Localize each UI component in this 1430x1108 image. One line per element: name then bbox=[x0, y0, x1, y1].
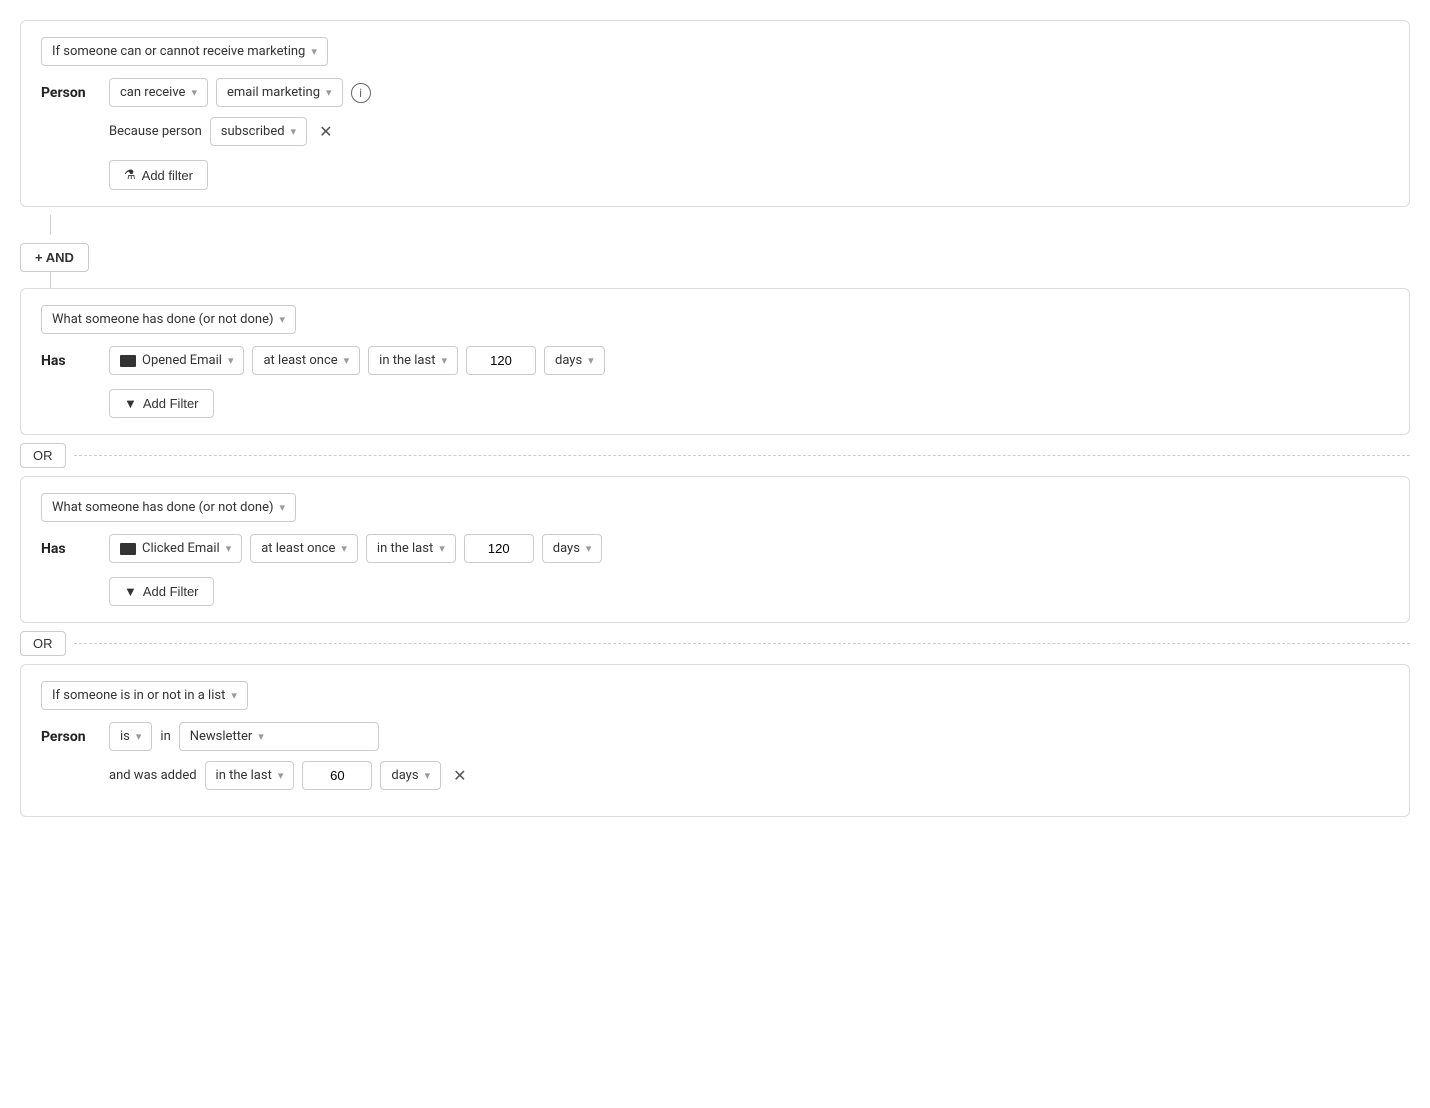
is-label: is bbox=[120, 729, 130, 744]
list-dropdown[interactable]: Newsletter ▾ bbox=[179, 722, 379, 751]
time-qualifier1-label: in the last bbox=[379, 353, 435, 368]
frequency2-dropdown[interactable]: at least once ▾ bbox=[250, 534, 358, 563]
clicked-email-icon bbox=[120, 543, 136, 555]
remove-because-button[interactable]: ✕ bbox=[315, 122, 336, 142]
section-list-membership: If someone is in or not in a list ▾ Pers… bbox=[20, 664, 1410, 817]
section3-type-label: What someone has done (or not done) bbox=[52, 500, 274, 515]
section-opened-email: What someone has done (or not done) ▾ Ha… bbox=[20, 288, 1410, 435]
info-icon[interactable]: i bbox=[351, 83, 371, 103]
section-marketing-permission: If someone can or cannot receive marketi… bbox=[20, 20, 1410, 207]
can-receive-caret: ▾ bbox=[191, 86, 197, 99]
time-qualifier3-dropdown[interactable]: in the last ▾ bbox=[205, 761, 295, 790]
section1-type-dropdown[interactable]: If someone can or cannot receive marketi… bbox=[41, 37, 328, 66]
person-label-2: Person bbox=[41, 729, 101, 745]
section2-add-filter-label: Add Filter bbox=[143, 396, 199, 411]
or-line-1 bbox=[74, 455, 1411, 456]
section1-type-label: If someone can or cannot receive marketi… bbox=[52, 44, 305, 59]
subscribed-caret: ▾ bbox=[291, 125, 297, 138]
event2-label: Clicked Email bbox=[142, 541, 220, 556]
email-marketing-label: email marketing bbox=[227, 85, 320, 100]
section2-type-dropdown[interactable]: What someone has done (or not done) ▾ bbox=[41, 305, 296, 334]
is-caret: ▾ bbox=[136, 730, 142, 743]
time-qualifier2-label: in the last bbox=[377, 541, 433, 556]
because-label: Because person bbox=[109, 124, 202, 139]
event1-label: Opened Email bbox=[142, 353, 222, 368]
event1-caret: ▾ bbox=[228, 354, 234, 367]
time-qualifier3-caret: ▾ bbox=[278, 769, 284, 782]
unit2-label: days bbox=[553, 541, 580, 556]
unit1-dropdown[interactable]: days ▾ bbox=[544, 346, 605, 375]
unit3-dropdown[interactable]: days ▾ bbox=[380, 761, 441, 790]
count2-input[interactable]: 120 bbox=[464, 534, 534, 563]
section-clicked-email: What someone has done (or not done) ▾ Ha… bbox=[20, 476, 1410, 623]
list-label: Newsletter bbox=[190, 729, 253, 744]
or-connector-1: OR bbox=[20, 443, 1410, 468]
section3-add-filter-label: Add Filter bbox=[143, 584, 199, 599]
or-button-1[interactable]: OR bbox=[20, 443, 66, 468]
section2-type-label: What someone has done (or not done) bbox=[52, 312, 274, 327]
or-line-2 bbox=[74, 643, 1411, 644]
list-caret: ▾ bbox=[258, 730, 264, 743]
or-connector-2: OR bbox=[20, 631, 1410, 656]
section1-caret-icon: ▾ bbox=[311, 45, 317, 58]
was-added-label: and was added bbox=[109, 768, 197, 783]
opened-email-icon bbox=[120, 355, 136, 367]
is-dropdown[interactable]: is ▾ bbox=[109, 722, 152, 751]
has-label-2: Has bbox=[41, 541, 101, 557]
remove-time-filter-button[interactable]: ✕ bbox=[449, 766, 470, 786]
section2-add-filter-button[interactable]: ▼ Add Filter bbox=[109, 389, 214, 418]
frequency1-label: at least once bbox=[263, 353, 337, 368]
time-qualifier2-dropdown[interactable]: in the last ▾ bbox=[366, 534, 456, 563]
person-label: Person bbox=[41, 85, 101, 101]
can-receive-dropdown[interactable]: can receive ▾ bbox=[109, 78, 208, 107]
section3-type-dropdown[interactable]: What someone has done (or not done) ▾ bbox=[41, 493, 296, 522]
filter-icon-3: ▼ bbox=[124, 584, 137, 599]
filter-icon-2: ▼ bbox=[124, 396, 137, 411]
unit3-caret: ▾ bbox=[425, 769, 431, 782]
section3-add-filter-button[interactable]: ▼ Add Filter bbox=[109, 577, 214, 606]
filter-icon-1: ⚗ bbox=[124, 167, 136, 183]
count1-input[interactable]: 120 bbox=[466, 346, 536, 375]
event2-dropdown[interactable]: Clicked Email ▾ bbox=[109, 534, 242, 563]
time-qualifier2-caret: ▾ bbox=[439, 542, 445, 555]
section2-caret-icon: ▾ bbox=[280, 313, 286, 326]
unit2-caret: ▾ bbox=[586, 542, 592, 555]
has-label-1: Has bbox=[41, 353, 101, 369]
subscribed-label: subscribed bbox=[221, 124, 285, 139]
frequency1-caret: ▾ bbox=[344, 354, 350, 367]
section4-type-label: If someone is in or not in a list bbox=[52, 688, 225, 703]
frequency2-label: at least once bbox=[261, 541, 335, 556]
event2-caret: ▾ bbox=[226, 542, 232, 555]
time-qualifier1-caret: ▾ bbox=[441, 354, 447, 367]
unit1-caret: ▾ bbox=[588, 354, 594, 367]
in-label: in bbox=[160, 729, 170, 744]
time-qualifier3-label: in the last bbox=[216, 768, 272, 783]
unit2-dropdown[interactable]: days ▾ bbox=[542, 534, 603, 563]
subscribed-dropdown[interactable]: subscribed ▾ bbox=[210, 117, 307, 146]
count3-input[interactable]: 60 bbox=[302, 761, 372, 790]
or-button-2[interactable]: OR bbox=[20, 631, 66, 656]
event1-dropdown[interactable]: Opened Email ▾ bbox=[109, 346, 244, 375]
section1-add-filter-label: Add filter bbox=[142, 168, 193, 183]
email-marketing-caret: ▾ bbox=[326, 86, 332, 99]
unit1-label: days bbox=[555, 353, 582, 368]
section3-caret-icon: ▾ bbox=[280, 501, 286, 514]
frequency1-dropdown[interactable]: at least once ▾ bbox=[252, 346, 360, 375]
and-connector bbox=[20, 215, 1410, 235]
section1-add-filter-button[interactable]: ⚗ Add filter bbox=[109, 160, 208, 190]
unit3-label: days bbox=[391, 768, 418, 783]
time-qualifier1-dropdown[interactable]: in the last ▾ bbox=[368, 346, 458, 375]
can-receive-label: can receive bbox=[120, 85, 185, 100]
frequency2-caret: ▾ bbox=[341, 542, 347, 555]
section4-caret-icon: ▾ bbox=[231, 689, 237, 702]
and-button[interactable]: + AND bbox=[20, 243, 89, 272]
section4-type-dropdown[interactable]: If someone is in or not in a list ▾ bbox=[41, 681, 248, 710]
email-marketing-dropdown[interactable]: email marketing ▾ bbox=[216, 78, 343, 107]
